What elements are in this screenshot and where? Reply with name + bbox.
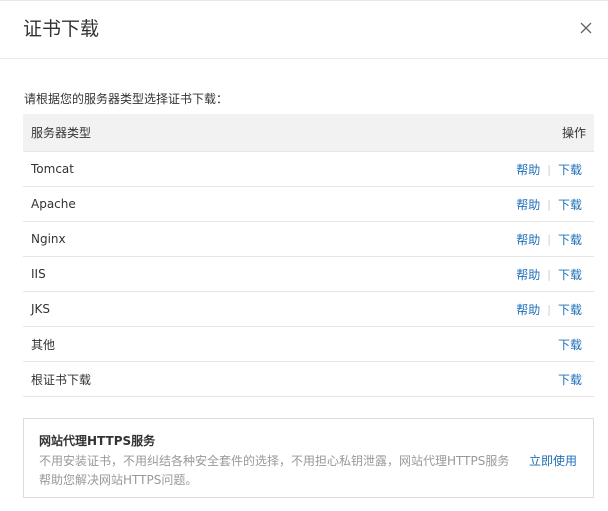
- row-actions: 帮助 | 下载: [516, 266, 594, 283]
- server-name: 其他: [31, 337, 56, 352]
- promo-description: 不用安装证书，不用纠结各种安全套件的选择，不用担心私钥泄露，网站代理HTTPS服…: [39, 454, 510, 487]
- separator: |: [547, 162, 551, 176]
- dialog-header: 证书下载: [0, 1, 608, 59]
- download-link-tomcat[interactable]: 下载: [558, 161, 582, 178]
- row-actions: 下载: [558, 371, 594, 388]
- close-icon[interactable]: [578, 20, 594, 36]
- row-actions: 帮助 | 下载: [516, 231, 594, 248]
- download-link-jks[interactable]: 下载: [558, 301, 582, 318]
- table-row-other: 其他 下载: [23, 327, 594, 362]
- separator: |: [547, 267, 551, 281]
- row-actions: 帮助 | 下载: [516, 301, 594, 318]
- server-name: IIS: [31, 267, 46, 281]
- server-name: Nginx: [31, 232, 66, 246]
- download-link-nginx[interactable]: 下载: [558, 231, 582, 248]
- download-link-root-cert[interactable]: 下载: [558, 371, 582, 388]
- separator: |: [547, 302, 551, 316]
- table-row-apache: Apache 帮助 | 下载: [23, 187, 594, 222]
- help-link-apache[interactable]: 帮助: [516, 196, 540, 213]
- server-name: 根证书下载: [31, 372, 92, 387]
- row-actions: 下载: [558, 336, 594, 353]
- help-link-jks[interactable]: 帮助: [516, 301, 540, 318]
- close-icon-svg: [580, 22, 592, 34]
- use-now-link[interactable]: 立即使用: [529, 452, 577, 471]
- instruction-text: 请根据您的服务器类型选择证书下载：: [24, 92, 229, 106]
- server-type-table: 服务器类型 操作 Tomcat 帮助 | 下载 Apache 帮助 | 下载 N…: [23, 114, 594, 397]
- help-link-iis[interactable]: 帮助: [516, 266, 540, 283]
- table-header: 服务器类型 操作: [23, 114, 594, 152]
- table-row-iis: IIS 帮助 | 下载: [23, 257, 594, 292]
- help-link-tomcat[interactable]: 帮助: [516, 161, 540, 178]
- https-proxy-promo: 网站代理HTTPS服务 不用安装证书，不用纠结各种安全套件的选择，不用担心私钥泄…: [23, 418, 594, 498]
- table-row-tomcat: Tomcat 帮助 | 下载: [23, 152, 594, 187]
- certificate-download-dialog: 证书下载 请根据您的服务器类型选择证书下载： 服务器类型 操作 Tomcat 帮…: [0, 0, 608, 511]
- separator: |: [547, 232, 551, 246]
- row-actions: 帮助 | 下载: [516, 196, 594, 213]
- table-row-root-cert: 根证书下载 下载: [23, 362, 594, 397]
- server-name: Tomcat: [31, 162, 74, 176]
- header-operation: 操作: [561, 126, 586, 140]
- table-row-nginx: Nginx 帮助 | 下载: [23, 222, 594, 257]
- header-server-type: 服务器类型: [31, 126, 92, 140]
- download-link-other[interactable]: 下载: [558, 336, 582, 353]
- server-name: JKS: [31, 302, 51, 316]
- dialog-title: 证书下载: [23, 18, 100, 40]
- row-actions: 帮助 | 下载: [516, 161, 594, 178]
- download-link-iis[interactable]: 下载: [558, 266, 582, 283]
- server-name: Apache: [31, 197, 76, 211]
- separator: |: [547, 197, 551, 211]
- table-row-jks: JKS 帮助 | 下载: [23, 292, 594, 327]
- help-link-nginx[interactable]: 帮助: [516, 231, 540, 248]
- promo-title: 网站代理HTTPS服务: [39, 434, 156, 448]
- download-link-apache[interactable]: 下载: [558, 196, 582, 213]
